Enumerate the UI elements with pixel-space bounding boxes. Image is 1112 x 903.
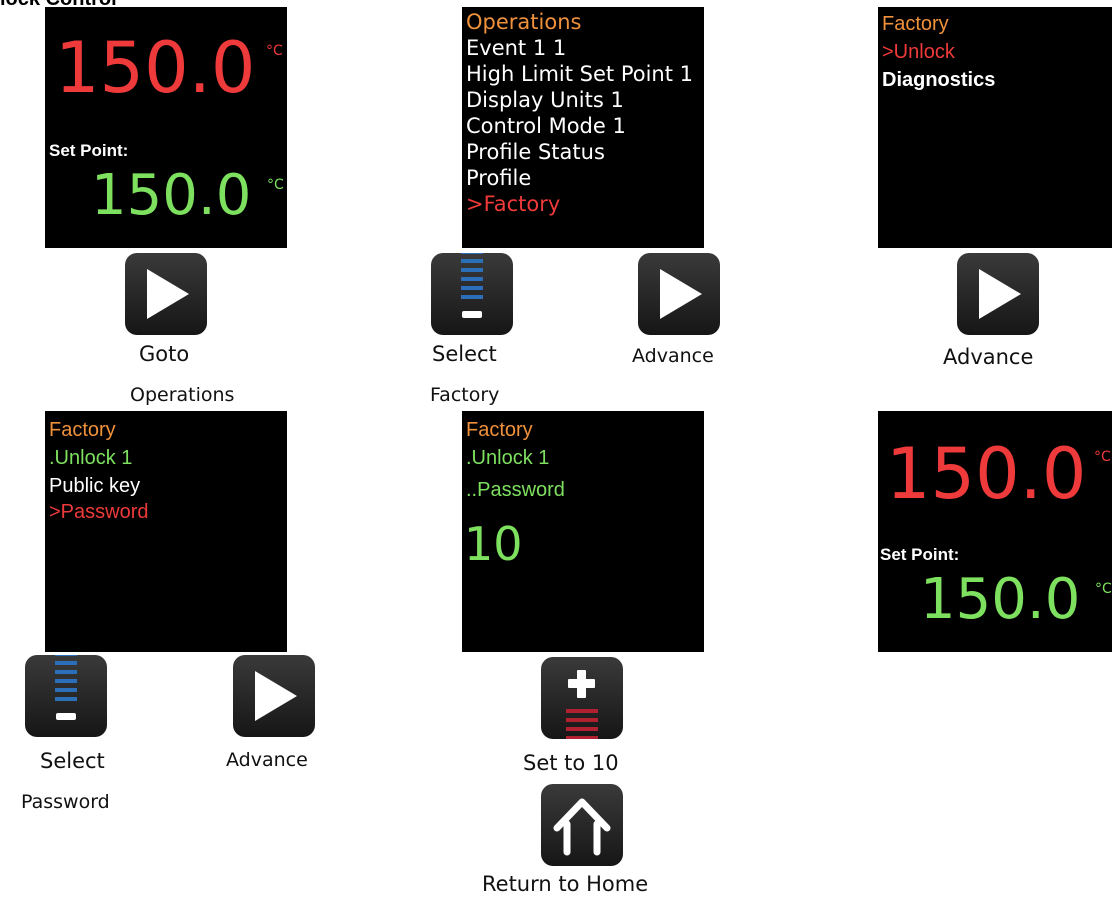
home-screen-2: 150.0 °C Set Point: 150.0 °C (878, 411, 1112, 652)
caption: Return to Home (482, 872, 649, 896)
menu-item: Event 1 1 (466, 36, 567, 60)
menu-sub: .Unlock 1 (49, 447, 133, 469)
menu-item: Diagnostics (882, 69, 996, 91)
menu-sub: .Unlock 1 (466, 447, 550, 469)
set-point-value: 150.0 (920, 567, 1081, 632)
advance-button[interactable] (957, 253, 1039, 335)
caption: Goto (139, 342, 190, 366)
menu-item-selected: >Password (49, 501, 149, 523)
caption: Password (21, 791, 110, 813)
process-unit: °C (1094, 449, 1111, 465)
advance-icon (147, 269, 189, 319)
home-screen-1: 150.0 °C Set Point: 150.0 °C (45, 7, 287, 248)
menu-sub2: ..Password (466, 479, 565, 501)
set-point-unit: °C (1095, 581, 1112, 597)
menu-title: Factory (882, 13, 949, 35)
home-button[interactable] (541, 784, 623, 866)
menu-title: Factory (466, 419, 533, 441)
set-point-label: Set Point: (880, 545, 960, 564)
down-icon (461, 253, 483, 318)
down-icon (55, 655, 77, 720)
advance-icon (660, 269, 702, 319)
caption: Factory (430, 384, 500, 406)
menu-item: Profile Status (466, 140, 605, 164)
set-point-value: 150.0 (91, 163, 252, 228)
caption: Select (40, 749, 105, 773)
advance-icon (979, 269, 1021, 319)
caption: Advance (943, 345, 1034, 369)
caption: Operations (130, 384, 235, 406)
process-value: 150.0 (55, 27, 256, 109)
advance-button[interactable] (233, 655, 315, 737)
password-value: 10 (464, 517, 523, 571)
up-icon (566, 670, 598, 739)
operations-screen: Operations Event 1 1 High Limit Set Poin… (462, 7, 704, 248)
menu-title: Factory (49, 419, 116, 441)
set-point-label: Set Point: (49, 141, 129, 160)
menu-item: Display Units 1 (466, 88, 624, 112)
menu-item: Control Mode 1 (466, 114, 626, 138)
unlock-screen: Factory .Unlock 1 Public key >Password (45, 411, 287, 652)
password-screen: Factory .Unlock 1 ..Password 10 (462, 411, 704, 652)
caption: Set to 10 (523, 751, 619, 775)
advance-button[interactable] (125, 253, 207, 335)
advance-button[interactable] (638, 253, 720, 335)
menu-item-selected: >Factory (466, 192, 561, 216)
down-button[interactable] (431, 253, 513, 335)
menu-item: Profile (466, 166, 532, 190)
caption: Advance (226, 749, 308, 771)
down-button[interactable] (25, 655, 107, 737)
caption: Select (432, 342, 497, 366)
menu-title: Operations (466, 10, 582, 34)
set-point-unit: °C (267, 177, 284, 193)
menu-item: High Limit Set Point 1 (466, 62, 694, 86)
caption: Advance (632, 345, 714, 367)
factory-screen: Factory >Unlock Diagnostics (878, 7, 1112, 248)
home-icon (553, 798, 611, 856)
process-value: 150.0 (886, 433, 1087, 515)
process-unit: °C (266, 43, 283, 59)
menu-item: Public key (49, 475, 141, 497)
up-button[interactable] (541, 657, 623, 739)
advance-icon (255, 671, 297, 721)
menu-item-selected: >Unlock (882, 41, 955, 63)
